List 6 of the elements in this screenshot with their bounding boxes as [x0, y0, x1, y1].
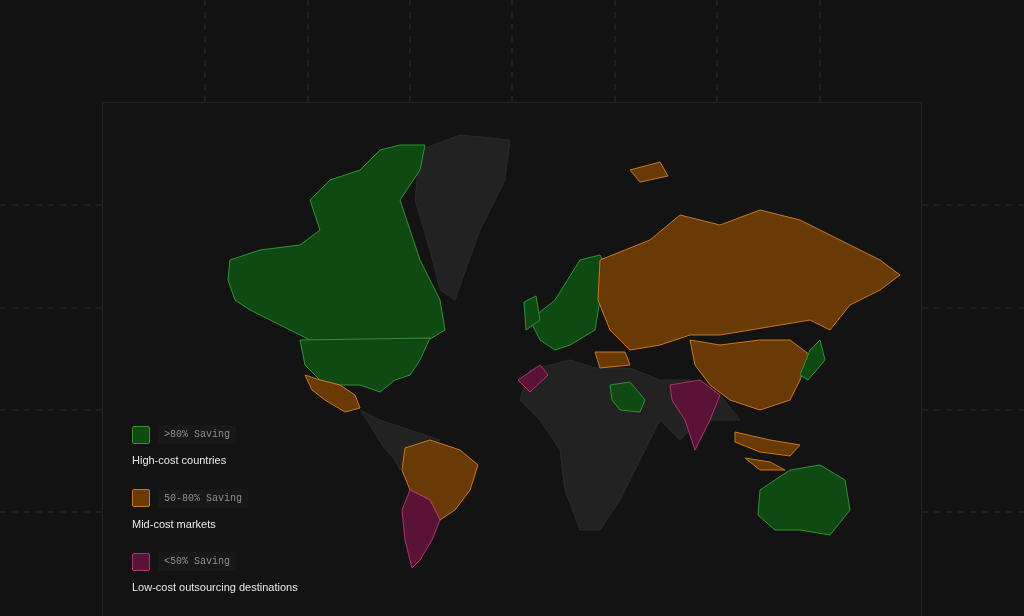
saving-range-tag: <50% Saving — [158, 552, 236, 571]
legend-label: Low-cost outsourcing destinations — [132, 580, 298, 595]
map-region-shape — [629, 161, 669, 183]
legend-label: High-cost countries — [132, 453, 228, 468]
saving-range-tag: >80% Saving — [158, 425, 236, 444]
legend-label: Mid-cost markets — [132, 516, 217, 532]
